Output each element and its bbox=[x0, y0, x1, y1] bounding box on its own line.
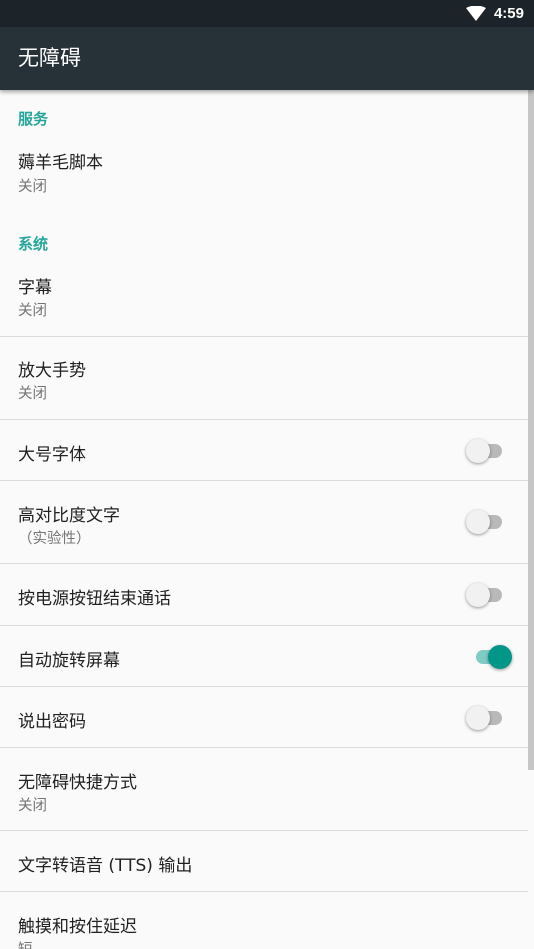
switch-thumb bbox=[466, 510, 490, 534]
item-title: 按电源按钮结束通话 bbox=[18, 589, 171, 609]
auto-rotate-switch[interactable] bbox=[470, 645, 512, 669]
item-title: 薅羊毛脚本 bbox=[18, 153, 103, 173]
item-title: 高对比度文字 bbox=[18, 506, 120, 526]
item-title: 触摸和按住延迟 bbox=[18, 917, 137, 937]
switch-thumb bbox=[466, 706, 490, 730]
item-title: 说出密码 bbox=[18, 712, 86, 732]
item-summary: （实验性） bbox=[18, 531, 91, 547]
list-item-high-contrast-text[interactable]: 高对比度文字 （实验性） bbox=[0, 481, 528, 563]
list-item-accessibility-shortcut[interactable]: 无障碍快捷方式 关闭 bbox=[0, 748, 528, 830]
switch-thumb bbox=[466, 583, 490, 607]
item-title: 无障碍快捷方式 bbox=[18, 773, 137, 793]
list-item-sheep-script[interactable]: 薅羊毛脚本 关闭 bbox=[0, 138, 528, 212]
status-right: 4:59 bbox=[465, 0, 524, 27]
large-text-switch[interactable] bbox=[466, 439, 508, 463]
section-header-services: 服务 bbox=[18, 110, 49, 128]
app-bar: 无障碍 bbox=[0, 27, 534, 90]
speak-passwords-switch[interactable] bbox=[466, 706, 508, 730]
switch-thumb bbox=[488, 645, 512, 669]
status-time: 4:59 bbox=[493, 5, 524, 22]
section-header-system: 系统 bbox=[18, 235, 49, 253]
item-title: 文字转语音 (TTS) 输出 bbox=[18, 856, 193, 876]
page-title: 无障碍 bbox=[18, 46, 81, 70]
list-item-large-text[interactable]: 大号字体 bbox=[0, 420, 528, 480]
item-title: 字幕 bbox=[18, 278, 52, 298]
status-bar: 4:59 bbox=[0, 0, 534, 27]
item-summary: 关闭 bbox=[18, 798, 47, 814]
switch-thumb bbox=[466, 439, 490, 463]
high-contrast-switch[interactable] bbox=[466, 510, 508, 534]
item-summary: 关闭 bbox=[18, 303, 47, 319]
item-summary: 短 bbox=[18, 938, 33, 949]
settings-list[interactable]: 服务 薅羊毛脚本 关闭 系统 字幕 关闭 放大手势 关闭 大号字体 高对比度文字… bbox=[0, 90, 534, 949]
list-item-touch-hold-delay[interactable]: 触摸和按住延迟 短 bbox=[0, 892, 528, 949]
item-title: 大号字体 bbox=[18, 445, 86, 465]
power-end-call-switch[interactable] bbox=[466, 583, 508, 607]
wifi-icon bbox=[465, 5, 486, 21]
item-summary: 关闭 bbox=[18, 386, 47, 402]
list-item-auto-rotate[interactable]: 自动旋转屏幕 bbox=[0, 626, 528, 686]
scrollbar[interactable] bbox=[528, 90, 534, 770]
list-item-speak-passwords[interactable]: 说出密码 bbox=[0, 687, 528, 747]
list-item-magnification-gesture[interactable]: 放大手势 关闭 bbox=[0, 337, 528, 419]
list-item-tts-output[interactable]: 文字转语音 (TTS) 输出 bbox=[0, 831, 528, 891]
list-item-power-button-ends-call[interactable]: 按电源按钮结束通话 bbox=[0, 564, 528, 624]
item-summary: 关闭 bbox=[18, 179, 47, 195]
list-item-captions[interactable]: 字幕 关闭 bbox=[0, 262, 528, 336]
item-title: 放大手势 bbox=[18, 361, 86, 381]
item-title: 自动旋转屏幕 bbox=[18, 651, 120, 671]
